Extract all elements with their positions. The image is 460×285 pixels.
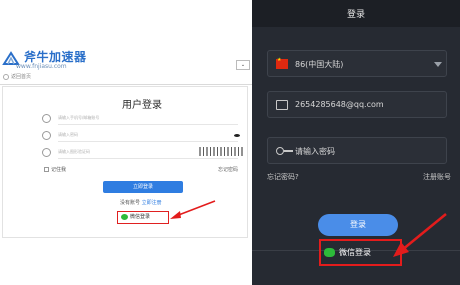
account-value: 2654285648@qq.com xyxy=(295,100,384,109)
forgot-password-link[interactable]: 忘记密码? xyxy=(267,172,299,182)
china-flag-icon xyxy=(276,57,288,69)
wechat-login-button[interactable]: 微信登录 xyxy=(319,239,402,266)
register-prompt: 没有账号 xyxy=(120,200,141,206)
wechat-icon xyxy=(324,248,335,257)
logo-url: www.fnjiasu.com xyxy=(16,63,67,70)
client-login-panel: 登录 86(中国大陆) 2654285648@qq.com 请输入密码 忘记密码… xyxy=(252,0,460,285)
account-placeholder: 请输入手机号/邮箱账号 xyxy=(58,115,100,120)
field-underline xyxy=(58,124,238,125)
register-link[interactable]: 注册账号 xyxy=(423,172,451,182)
page-title: 用户登录 xyxy=(122,100,162,111)
account-icon xyxy=(276,100,288,110)
back-label: 返回首页 xyxy=(11,74,32,80)
password-input[interactable]: 请输入密码 xyxy=(267,137,447,164)
divider xyxy=(0,84,252,85)
country-code-value: 86(中国大陆) xyxy=(295,60,344,69)
wechat-label: 微信登录 xyxy=(130,214,151,220)
captcha-image[interactable] xyxy=(199,147,243,156)
login-button[interactable]: 立即登录 xyxy=(103,181,183,193)
eye-icon[interactable] xyxy=(234,134,240,137)
captcha-placeholder: 请输入图形验证码 xyxy=(58,149,90,154)
country-code-select[interactable]: 86(中国大陆) xyxy=(267,50,447,77)
wechat-icon xyxy=(121,214,128,220)
dialog-header: 登录 xyxy=(252,0,460,27)
dialog-title: 登录 xyxy=(346,10,365,20)
forgot-password-link[interactable]: 忘记密码 xyxy=(218,166,238,173)
account-field[interactable]: 请输入手机号/邮箱账号 xyxy=(42,113,242,125)
field-underline xyxy=(58,158,238,159)
corner-button[interactable]: ⌄ xyxy=(236,60,250,70)
password-placeholder: 请输入密码 xyxy=(58,132,78,137)
wechat-label: 微信登录 xyxy=(339,248,371,257)
chevron-down-icon xyxy=(434,62,442,67)
key-icon xyxy=(276,147,293,155)
remember-label: 记住我 xyxy=(51,167,67,173)
web-login-panel: 斧牛加速器 www.fnjiasu.com ⌄ 返回首页 用户登录 请输入手机号… xyxy=(0,0,252,285)
password-field[interactable]: 请输入密码 xyxy=(42,130,242,142)
user-icon xyxy=(42,114,51,123)
account-input[interactable]: 2654285648@qq.com xyxy=(267,91,447,118)
register-row: 没有账号 立即注册 xyxy=(120,199,162,206)
login-button[interactable]: 登录 xyxy=(318,214,398,236)
password-placeholder: 请输入密码 xyxy=(295,147,335,156)
wechat-login-button[interactable]: 微信登录 xyxy=(117,211,169,224)
shield-icon xyxy=(42,148,51,157)
checkbox-icon xyxy=(44,167,49,172)
back-arrow-icon xyxy=(3,73,9,80)
back-home-link[interactable]: 返回首页 xyxy=(3,73,31,80)
remember-me-checkbox[interactable]: 记住我 xyxy=(44,166,66,173)
field-underline xyxy=(58,141,238,142)
register-link[interactable]: 立即注册 xyxy=(142,200,162,206)
lock-icon xyxy=(42,131,51,140)
